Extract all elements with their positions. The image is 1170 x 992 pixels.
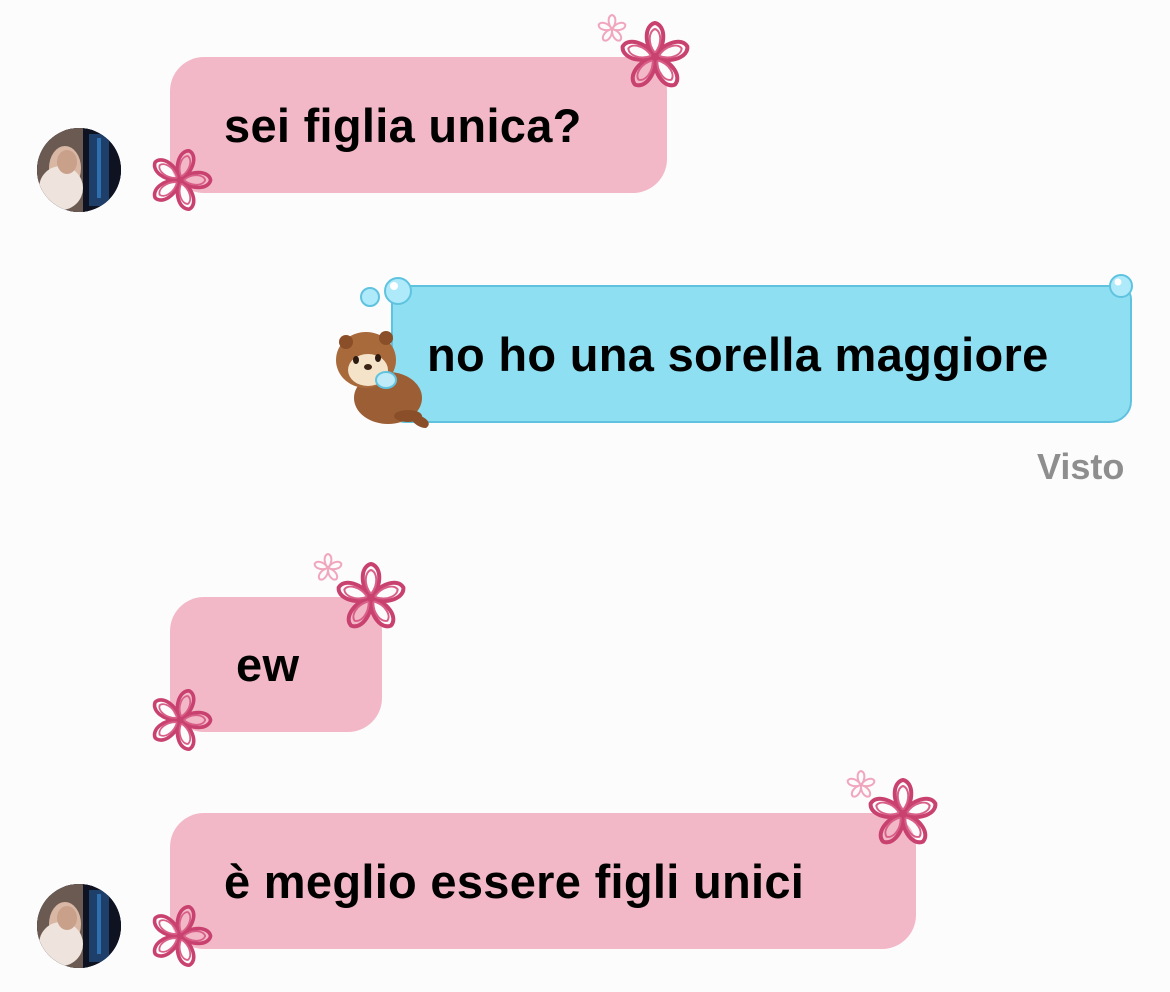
flower-sticker	[146, 686, 214, 754]
message-text: è meglio essere figli unici	[224, 854, 805, 908]
bubble-droplet	[1109, 274, 1133, 298]
message-text: no ho una sorella maggiore	[427, 327, 1049, 381]
message-text: sei figlia unica?	[224, 98, 582, 152]
flower-sticker	[146, 146, 214, 214]
message-bubble-outgoing[interactable]: no ho una sorella maggiore	[391, 285, 1132, 423]
message-bubble-incoming[interactable]: sei figlia unica?	[170, 57, 667, 193]
flower-sticker	[866, 778, 940, 849]
otter-sticker	[336, 331, 429, 428]
contact-avatar[interactable]	[37, 884, 121, 968]
message-bubble-incoming[interactable]: è meglio essere figli unici	[170, 813, 916, 949]
contact-avatar[interactable]	[37, 128, 121, 212]
flower-sticker	[146, 902, 214, 970]
flower-sticker	[618, 21, 692, 92]
flower-sticker	[334, 562, 408, 633]
bubble-droplet	[360, 277, 412, 307]
seen-status: Visto	[1037, 446, 1125, 487]
message-text: ew	[236, 638, 300, 691]
